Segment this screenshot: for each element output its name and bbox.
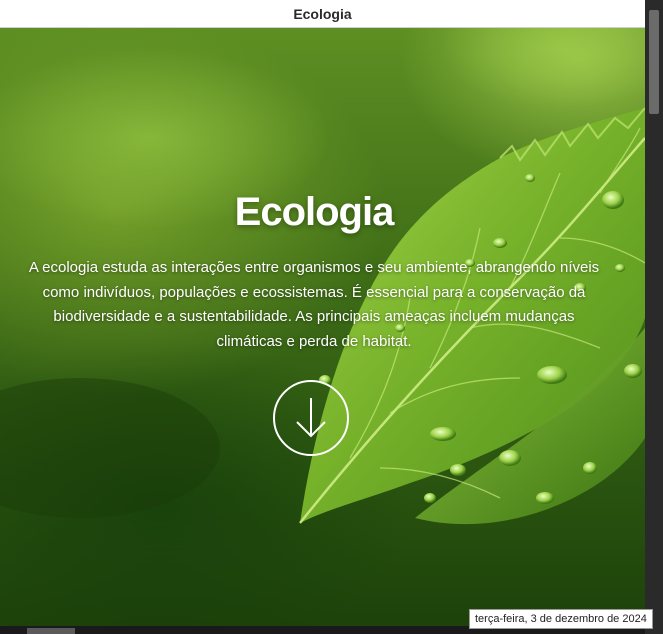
- arrow-down-icon: [296, 398, 326, 438]
- hero-title: Ecologia: [234, 190, 395, 234]
- scrollbar-thumb[interactable]: [649, 10, 659, 114]
- vertical-scrollbar[interactable]: [645, 0, 663, 634]
- window-title-bar: Ecologia: [0, 0, 645, 28]
- hero-section: Ecologia A ecologia estuda as interações…: [0, 28, 645, 626]
- scroll-down-button[interactable]: [273, 380, 349, 456]
- window-title: Ecologia: [293, 5, 352, 22]
- hero-paragraph: A ecologia estuda as interações entre or…: [28, 259, 600, 350]
- taskbar-item[interactable]: [27, 628, 75, 634]
- date-tooltip: terça-feira, 3 de dezembro de 2024: [469, 609, 653, 629]
